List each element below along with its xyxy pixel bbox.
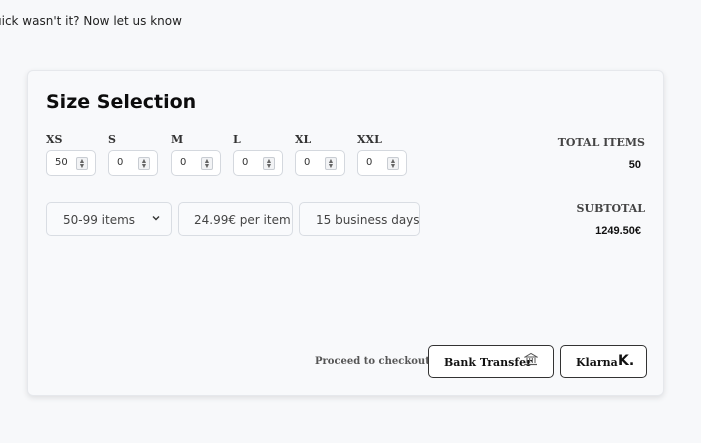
intro-text: uick wasn't it? Now let us know [0,14,182,28]
size-label-s: S [108,133,116,146]
stepper-value: 0 [304,157,311,168]
size-label-xs: XS [46,133,63,146]
delivery-time-box: 15 business days [299,202,420,236]
stepper-value: 0 [366,157,373,168]
stepper-arrows-icon[interactable]: ▲ ▼ [138,157,150,170]
stepper-arrows-icon[interactable]: ▲ ▼ [76,157,88,170]
bank-transfer-button[interactable]: Bank Transfer [428,345,554,378]
total-items-label: TOTAL ITEMS [557,136,645,149]
stepper-arrows-icon[interactable]: ▲ ▼ [387,157,399,170]
size-group-xxl: XXL 0 ▲ ▼ [357,133,409,176]
subtotal-label: SUBTOTAL [576,202,645,215]
stepper-value: 0 [242,157,249,168]
checkout-label: Proceed to checkout: [315,356,434,367]
quantity-stepper-l[interactable]: 0 ▲ ▼ [233,150,283,176]
quantity-stepper-xs[interactable]: 50 ▲ ▼ [46,150,96,176]
stepper-arrows-icon[interactable]: ▲ ▼ [325,157,337,170]
size-group-s: S 0 ▲ ▼ [108,133,160,176]
delivery-time: 15 business days [316,213,420,227]
stepper-arrows-icon[interactable]: ▲ ▼ [263,157,275,170]
stepper-arrows-icon[interactable]: ▲ ▼ [201,157,213,170]
bank-icon [523,352,539,369]
size-group-m: M 0 ▲ ▼ [171,133,223,176]
quantity-stepper-s[interactable]: 0 ▲ ▼ [108,150,158,176]
bank-transfer-label: Bank Transfer [444,356,532,369]
size-label-xxl: XXL [357,133,382,146]
klarna-logo-icon: K. [618,353,635,369]
subtotal-value: 1249.50€ [595,225,641,237]
size-label-l: L [233,133,241,146]
quantity-stepper-xl[interactable]: 0 ▲ ▼ [295,150,345,176]
size-label-m: M [171,133,184,146]
page-title: Size Selection [46,91,197,113]
price-per-item: 24.99€ per item [194,213,291,227]
chevron-down-icon [151,213,161,226]
size-group-xl: XL 0 ▲ ▼ [295,133,347,176]
size-selection-card: Size Selection XS 50 ▲ ▼ S 0 ▲ ▼ M 0 ▲ ▼ L … [27,70,664,396]
total-items-value: 50 [628,159,641,171]
quantity-stepper-xxl[interactable]: 0 ▲ ▼ [357,150,407,176]
stepper-value: 50 [55,157,68,168]
stepper-value: 0 [180,157,187,168]
klarna-label: Klarna [576,356,618,369]
stepper-value: 0 [117,157,124,168]
quantity-tier-value: 50-99 items [63,213,136,227]
klarna-button[interactable]: Klarna K. [560,345,647,378]
quantity-stepper-m[interactable]: 0 ▲ ▼ [171,150,221,176]
size-group-l: L 0 ▲ ▼ [233,133,285,176]
size-label-xl: XL [295,133,312,146]
price-per-item-box: 24.99€ per item [178,202,293,236]
size-group-xs: XS 50 ▲ ▼ [46,133,98,176]
quantity-tier-select[interactable]: 50-99 items [46,202,172,236]
